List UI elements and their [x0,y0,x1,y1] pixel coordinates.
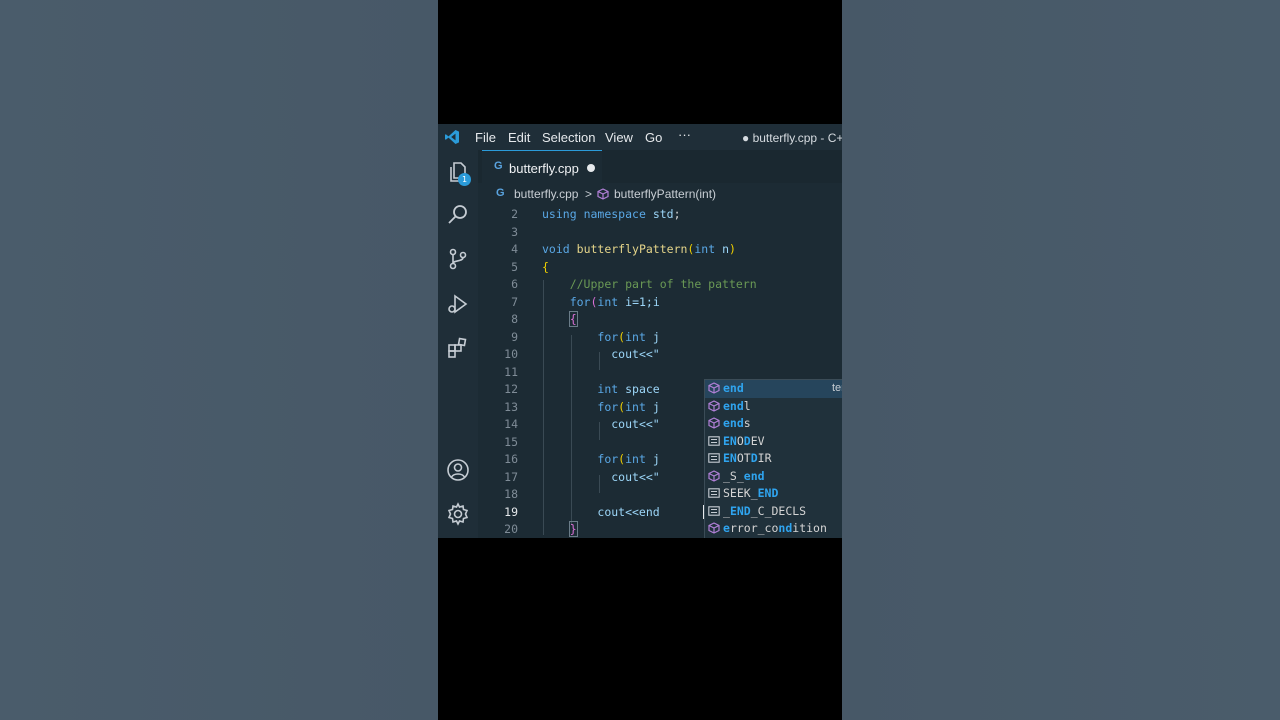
line-number: 3 [511,224,518,239]
suggestion-item[interactable]: ENODEV [705,433,842,451]
code-line-14: cout<<" [611,417,660,431]
suggestion-detail: template [832,382,842,394]
line-number: 7 [511,294,518,309]
suggestion-label: ENODEV [723,433,765,448]
suggestion-item[interactable]: _END_C_DECLS [705,503,842,521]
cpp-file-icon: G [496,187,505,199]
breadcrumb-file[interactable]: butterfly.cpp [514,187,578,201]
line-number: 15 [504,434,518,449]
cpp-file-icon: G [494,160,503,172]
suggestion-item[interactable]: SEEK_END [705,485,842,503]
background-left [0,0,438,720]
vscode-window: File Edit Selection View Go ··· ● butter… [438,124,842,538]
code-line-9: for(int j [597,329,660,344]
run-debug-icon[interactable] [446,292,470,316]
class-symbol-icon [708,417,720,429]
suggestion-item[interactable]: _S_end [705,468,842,486]
editor-tabs: G butterfly.cpp [478,150,842,183]
suggestion-label: endl [723,398,751,413]
breadcrumb: G butterfly.cpp > butterflyPattern(int) [478,183,842,205]
suggestion-label: ends [723,416,751,430]
line-number: 11 [504,364,518,379]
source-control-icon[interactable] [446,247,470,271]
suggestion-item[interactable]: ends [705,415,842,433]
tab-butterfly-cpp[interactable]: G butterfly.cpp [482,150,602,183]
suggest-widget[interactable]: end template endl ends ENODEV ENOTDIR _S_end SE… [704,379,842,538]
line-number: 12 [504,382,518,396]
explorer-badge: 1 [458,173,471,186]
vscode-logo-icon [445,130,459,144]
suggestion-item[interactable]: error_condition [705,520,842,538]
code-line-20: } [568,521,578,537]
suggestion-label: end [723,381,744,395]
settings-gear-icon[interactable] [446,502,470,526]
code-line-8: { [568,311,578,327]
code-line-2: using namespace std; [542,207,681,221]
code-line-12: int space [597,382,660,396]
code-editor[interactable]: 2 3 4 5 6 7 8 9 10 11 12 13 14 15 16 17 … [478,205,842,538]
suggestion-item[interactable]: _GLIBCXX_END_EXTERN_C [705,538,842,539]
activity-bar: 1 [438,150,478,538]
background-right [842,0,1280,720]
suggestion-label: error_condition [723,521,827,535]
suggestion-label: ENOTDIR [723,451,772,465]
tab-label: butterfly.cpp [509,161,579,176]
line-number: 2 [511,207,518,221]
line-number: 6 [511,277,518,291]
suggestion-label: SEEK_END [723,486,779,500]
line-number: 20 [504,522,518,536]
video-frame: File Edit Selection View Go ··· ● butter… [438,0,842,720]
constant-symbol-icon [708,487,720,499]
suggestion-item[interactable]: end template [705,380,842,398]
breadcrumb-separator: > [585,187,593,201]
code-line-5: { [542,259,549,274]
line-number: 8 [511,312,518,326]
breadcrumb-symbol[interactable]: butterflyPattern(int) [614,187,716,201]
account-icon[interactable] [446,458,470,482]
suggestion-label: _S_end [723,468,765,483]
title-bar: File Edit Selection View Go ··· ● butter… [438,124,842,150]
unsaved-dot-icon[interactable] [587,164,595,172]
code-line-6: //Upper part of the pattern [569,277,757,291]
line-number: 9 [511,329,518,344]
menu-edit[interactable]: Edit [508,130,530,145]
code-line-10: cout<<" [611,347,660,361]
class-symbol-icon [708,469,720,482]
line-number: 18 [504,487,518,501]
menu-selection[interactable]: Selection [542,130,595,145]
menu-view[interactable]: View [605,130,633,145]
line-number: 10 [504,347,518,361]
menu-more-icon[interactable]: ··· [678,127,691,142]
menu-go[interactable]: Go [645,130,662,145]
code-line-13: for(int j [597,399,660,414]
line-number: 16 [504,452,518,466]
code-line-19: cout<<end [597,504,660,519]
extensions-icon[interactable] [446,336,470,360]
line-number: 13 [504,399,518,414]
suggestion-item[interactable]: endl [705,398,842,416]
menu-file[interactable]: File [475,130,496,145]
code-line-16: for(int j [597,452,660,466]
code-line-4: void butterflyPattern(int n) [542,242,736,256]
suggestion-item[interactable]: ENOTDIR [705,450,842,468]
code-line-7: for(int i=1;i [569,294,660,309]
method-symbol-icon [597,188,609,200]
class-symbol-icon [708,382,720,394]
class-symbol-icon [708,522,720,534]
line-number: 14 [504,417,518,431]
constant-symbol-icon [708,435,720,447]
class-symbol-icon [708,399,720,412]
search-icon[interactable] [446,203,470,227]
window-title: ● butterfly.cpp - C+ [742,131,842,145]
code-line-17: cout<<" [611,469,660,484]
suggestion-label: _END_C_DECLS [723,503,807,518]
line-number: 4 [511,242,518,256]
line-number: 17 [504,469,518,484]
constant-symbol-icon [708,452,720,464]
line-number-current: 19 [504,504,518,519]
line-number: 5 [511,259,518,274]
constant-symbol-icon [708,505,720,517]
